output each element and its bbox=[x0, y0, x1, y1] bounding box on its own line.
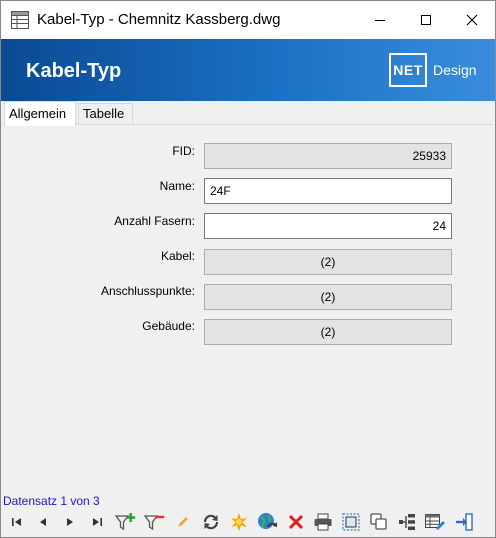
select-icon bbox=[342, 513, 360, 531]
maximize-icon bbox=[421, 15, 431, 25]
cable-button[interactable]: (2) bbox=[204, 249, 452, 275]
tab-tabelle[interactable]: Tabelle bbox=[78, 103, 133, 125]
previous-record-button[interactable] bbox=[31, 510, 55, 534]
cable-label: Kabel: bbox=[160, 249, 195, 263]
highlight-icon bbox=[231, 513, 247, 531]
fiber-count-label: Anzahl Fasern: bbox=[114, 214, 195, 228]
table-app-icon bbox=[11, 11, 29, 29]
exit-icon bbox=[456, 513, 473, 531]
fiber-count-input[interactable]: 24 bbox=[204, 213, 452, 239]
exit-button[interactable] bbox=[452, 510, 476, 534]
globe-refresh-button[interactable] bbox=[255, 510, 279, 534]
header-banner: Kabel-Typ NET Design bbox=[1, 39, 495, 101]
next-record-icon bbox=[67, 518, 73, 526]
fid-label: FID: bbox=[172, 144, 195, 158]
first-record-button[interactable] bbox=[5, 510, 29, 534]
next-record-button[interactable] bbox=[58, 510, 82, 534]
table-edit-button[interactable] bbox=[423, 510, 447, 534]
previous-record-icon bbox=[40, 518, 46, 526]
dialog-window: Kabel-Typ - Chemnitz Kassberg.dwg Kabel-… bbox=[0, 0, 496, 538]
name-label: Name: bbox=[159, 179, 195, 193]
print-icon bbox=[314, 513, 332, 531]
globe-refresh-icon bbox=[258, 513, 277, 529]
title-bar[interactable]: Kabel-Typ - Chemnitz Kassberg.dwg bbox=[1, 1, 495, 39]
navigation-toolbar bbox=[1, 507, 495, 537]
filter-add-icon bbox=[115, 513, 136, 531]
last-record-button[interactable] bbox=[85, 510, 109, 534]
last-record-icon bbox=[93, 518, 102, 526]
close-icon bbox=[466, 14, 478, 26]
edit-pencil-icon bbox=[178, 517, 188, 527]
minimize-button[interactable] bbox=[357, 1, 403, 39]
delete-icon bbox=[288, 514, 304, 530]
maximize-button[interactable] bbox=[403, 1, 449, 39]
netdesign-logo: NET Design bbox=[389, 53, 477, 87]
close-button[interactable] bbox=[449, 1, 495, 39]
table-edit-icon bbox=[425, 514, 445, 530]
add-filter-button[interactable] bbox=[114, 510, 138, 534]
tree-button[interactable] bbox=[395, 510, 419, 534]
building-button[interactable]: (2) bbox=[204, 319, 452, 345]
building-label: Gebäude: bbox=[142, 319, 195, 333]
print-button[interactable] bbox=[311, 510, 335, 534]
select-button[interactable] bbox=[339, 510, 363, 534]
fid-field: 25933 bbox=[204, 143, 452, 169]
refresh-icon bbox=[203, 514, 219, 530]
window-title: Kabel-Typ - Chemnitz Kassberg.dwg bbox=[37, 11, 281, 28]
tree-icon bbox=[399, 514, 415, 530]
logo-text: Design bbox=[433, 62, 477, 78]
edit-button[interactable] bbox=[171, 510, 195, 534]
remove-filter-button[interactable] bbox=[143, 510, 167, 534]
first-record-icon bbox=[12, 518, 21, 526]
minimize-icon bbox=[375, 20, 385, 21]
record-status: Datensatz 1 von 3 bbox=[3, 494, 100, 508]
connection-points-label: Anschlusspunkte: bbox=[100, 284, 195, 298]
banner-title: Kabel-Typ bbox=[26, 60, 122, 82]
copy-button[interactable] bbox=[367, 510, 391, 534]
highlight-button[interactable] bbox=[227, 510, 251, 534]
tab-allgemein[interactable]: Allgemein bbox=[4, 101, 76, 126]
refresh-button[interactable] bbox=[199, 510, 223, 534]
logo-mark: NET bbox=[389, 53, 427, 87]
name-input[interactable]: 24F bbox=[204, 178, 452, 204]
connection-points-button[interactable]: (2) bbox=[204, 284, 452, 310]
filter-remove-icon bbox=[144, 515, 165, 531]
delete-button[interactable] bbox=[284, 510, 308, 534]
general-panel: FID: 25933 Name: 24F Anzahl Fasern: 24 K… bbox=[3, 124, 493, 492]
copy-icon bbox=[370, 513, 387, 530]
tab-strip: Allgemein Tabelle bbox=[1, 101, 495, 126]
